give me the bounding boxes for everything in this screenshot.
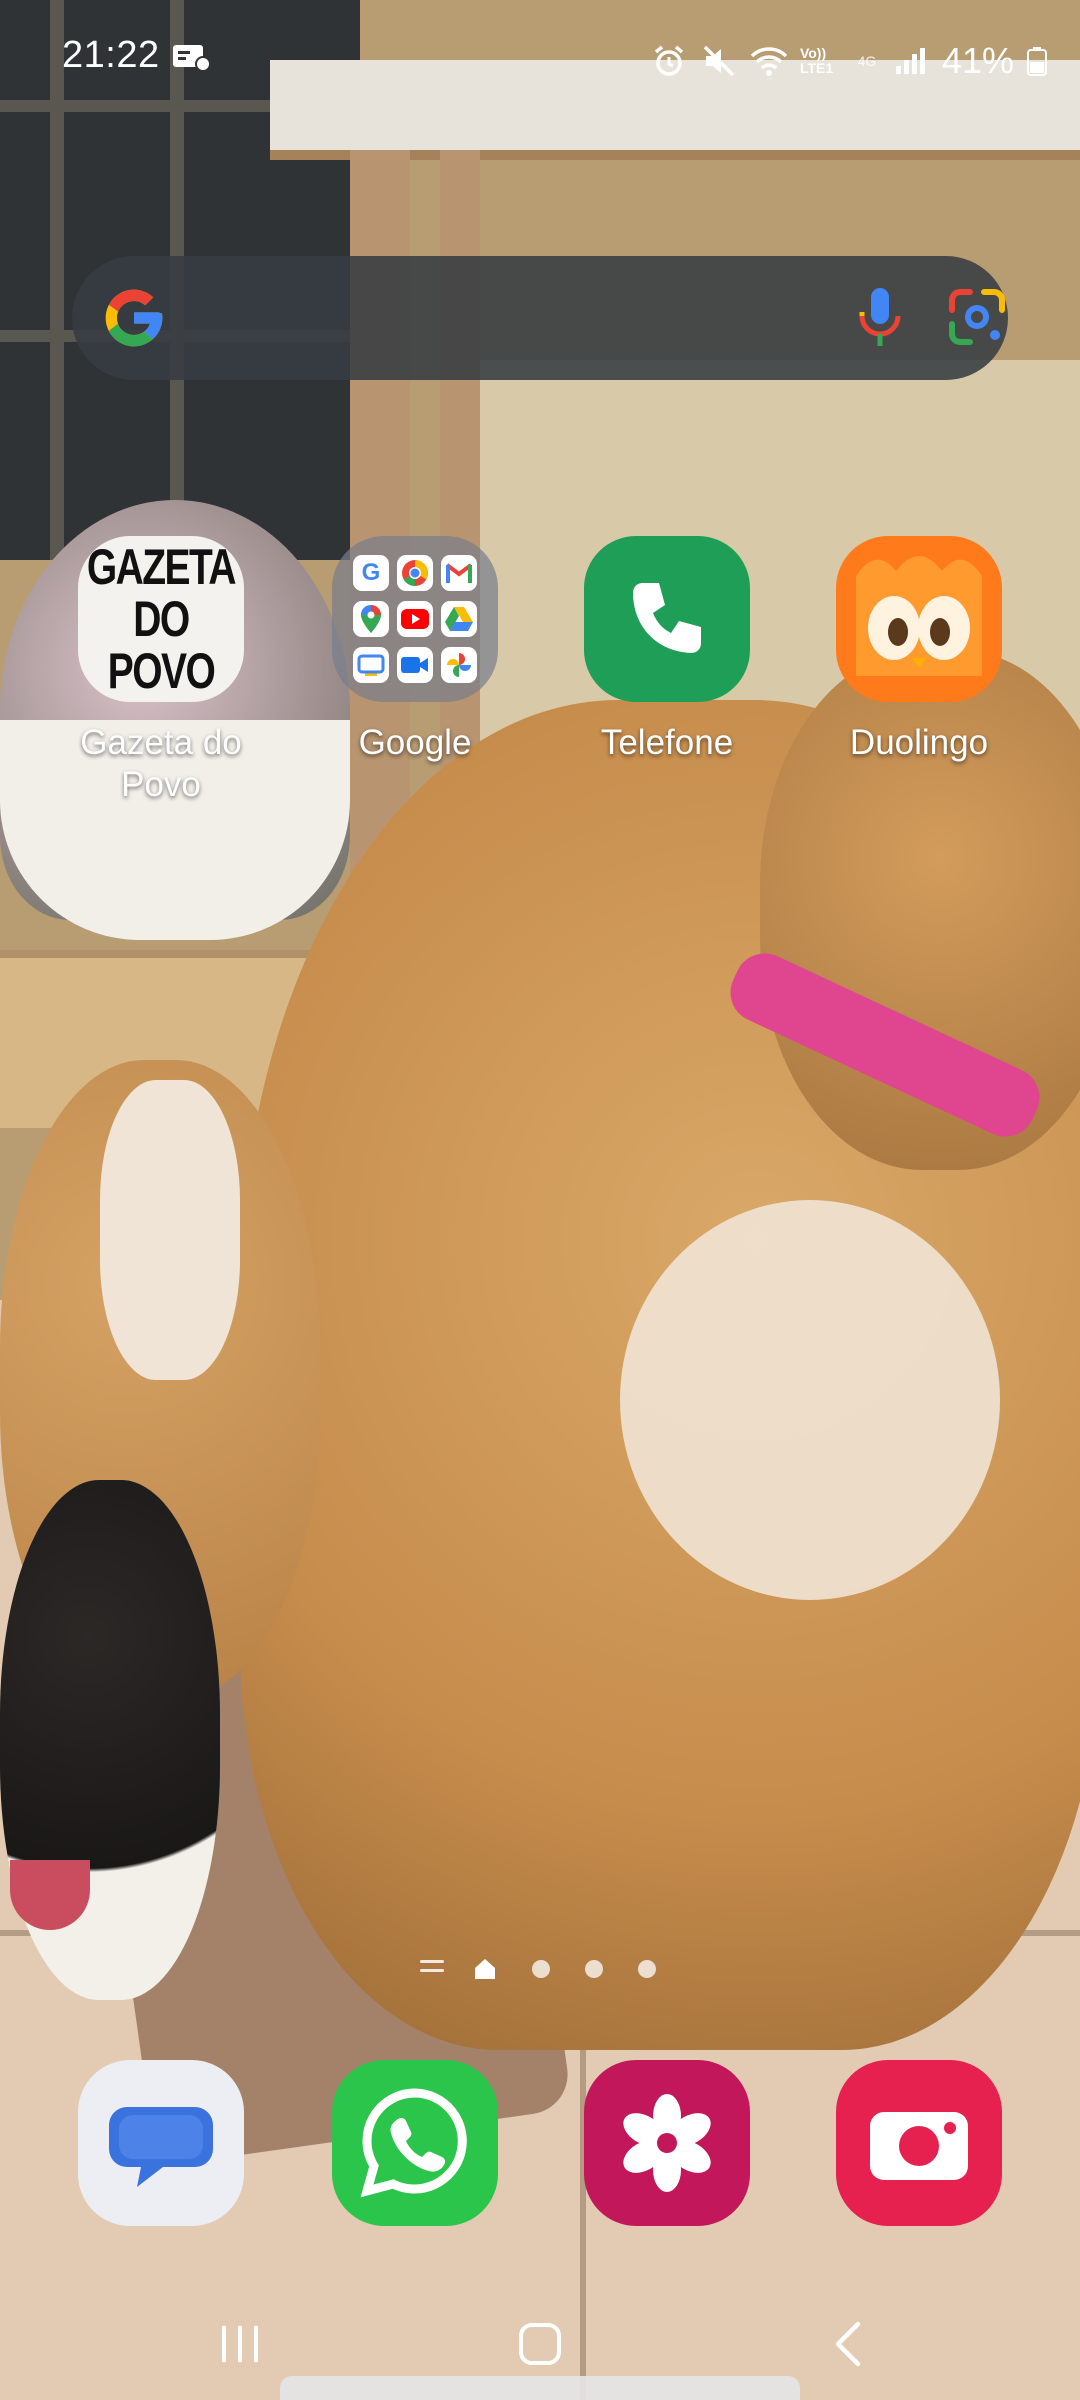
drive-icon [441,601,477,637]
home-app-row: GAZETA DO POVO Gazeta do Povo G Google T… [0,536,1080,836]
status-clock: 21:22 [62,34,160,76]
gazeta-do-povo-icon: GAZETA DO POVO [78,536,244,702]
battery-percent: 41% [941,40,1014,81]
app-google-folder[interactable]: G Google [290,536,540,764]
app-gazeta-do-povo[interactable]: GAZETA DO POVO Gazeta do Povo [36,536,286,806]
back-button[interactable] [808,2312,888,2376]
gesture-handle [280,2376,800,2400]
home-icon [519,2323,561,2365]
gmail-icon [441,555,477,591]
messages-icon [78,2060,244,2226]
page-indicator[interactable] [0,1952,1080,1988]
volte-label: Vo)) LTE1 [799,45,834,76]
duolingo-icon [836,536,1002,702]
app-label: Google [358,723,472,762]
page-dot [532,1960,550,1978]
phone-icon [584,536,750,702]
mute-icon [700,42,738,80]
page-list-icon [420,1960,444,1978]
maps-icon [353,601,389,637]
gallery-icon [584,2060,750,2226]
app-camera[interactable] [794,2060,1044,2226]
battery-icon [1026,42,1048,80]
wallpaper-dog-left-face [100,1080,240,1380]
app-gallery[interactable] [542,2060,792,2226]
volte-icon: Vo)) LTE1 [800,42,842,80]
youtube-icon [397,601,433,637]
status-bar: 21:22 Vo)) LTE1 4G 41% [0,0,1080,110]
wallpaper-dog-large-chest [620,1200,1000,1600]
google-tv-icon [353,647,389,683]
google-icon: G [353,555,389,591]
home-page-indicator-icon [472,1956,498,1982]
page-dot [585,1960,603,1978]
photos-icon [441,647,477,683]
app-duolingo[interactable]: Duolingo [794,536,1044,764]
chrome-icon [397,555,433,591]
google-folder-icon: G [332,536,498,702]
4g-icon: 4G [854,42,880,80]
dock [0,2060,1080,2230]
google-search-widget[interactable] [72,256,1008,380]
app-label: Duolingo [849,723,989,762]
camera-icon [836,2060,1002,2226]
status-icons: Vo)) LTE1 4G 41% [650,38,1048,84]
gazeta-icon-text: GAZETA [86,539,237,595]
app-label: Gazeta do Povo [80,723,242,804]
page-dot [638,1960,656,1978]
gazeta-icon-text: DO POVO [107,591,216,699]
google-lens-icon[interactable] [944,284,1010,350]
wifi-icon [750,42,788,80]
whatsapp-icon [332,2060,498,2226]
data-label: 4G [857,53,877,69]
alarm-icon [650,42,688,80]
app-whatsapp[interactable] [290,2060,540,2226]
app-telefone[interactable]: Telefone [542,536,792,764]
meet-icon [397,647,433,683]
google-logo-icon [100,284,168,352]
mic-icon[interactable] [850,282,910,354]
app-label: Telefone [600,723,734,762]
back-icon [835,2321,861,2367]
app-messages[interactable] [36,2060,286,2226]
notification-icon [172,42,212,72]
home-button[interactable] [500,2312,580,2376]
recent-apps-icon [222,2326,258,2362]
signal-icon [892,42,930,80]
recent-apps-button[interactable] [200,2312,280,2376]
